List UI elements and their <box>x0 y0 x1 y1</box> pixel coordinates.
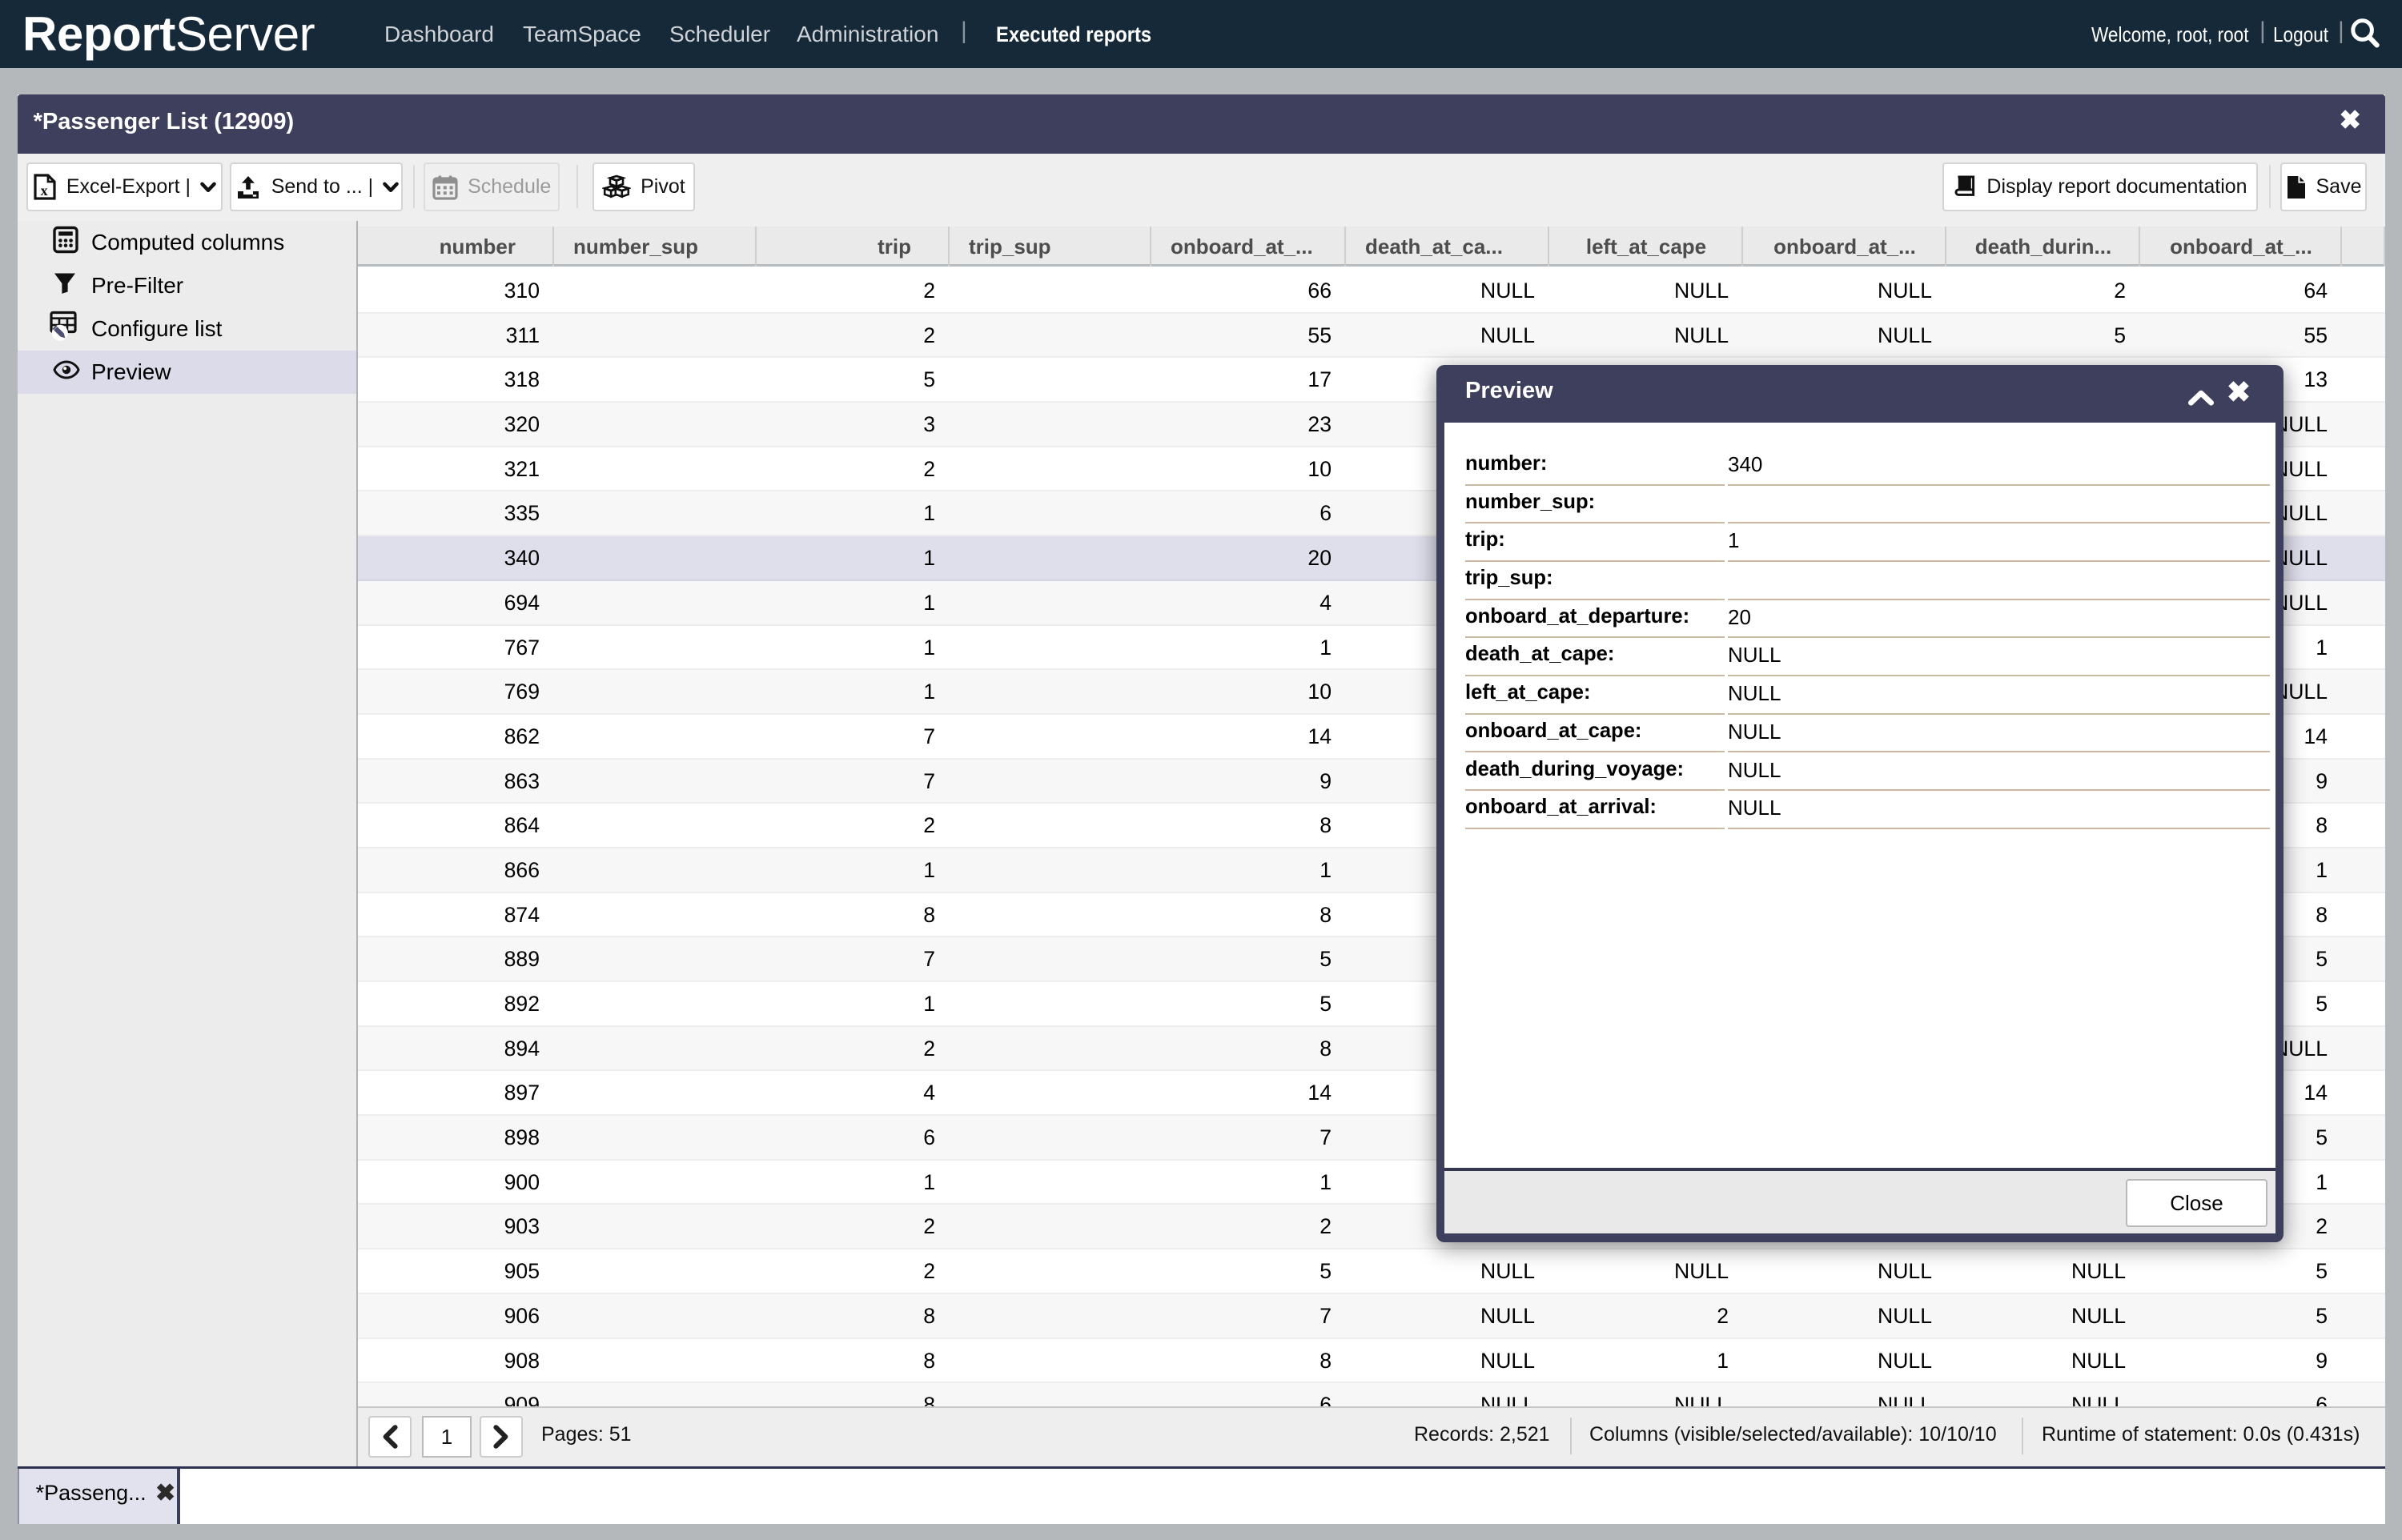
svg-text:x: x <box>40 182 47 199</box>
